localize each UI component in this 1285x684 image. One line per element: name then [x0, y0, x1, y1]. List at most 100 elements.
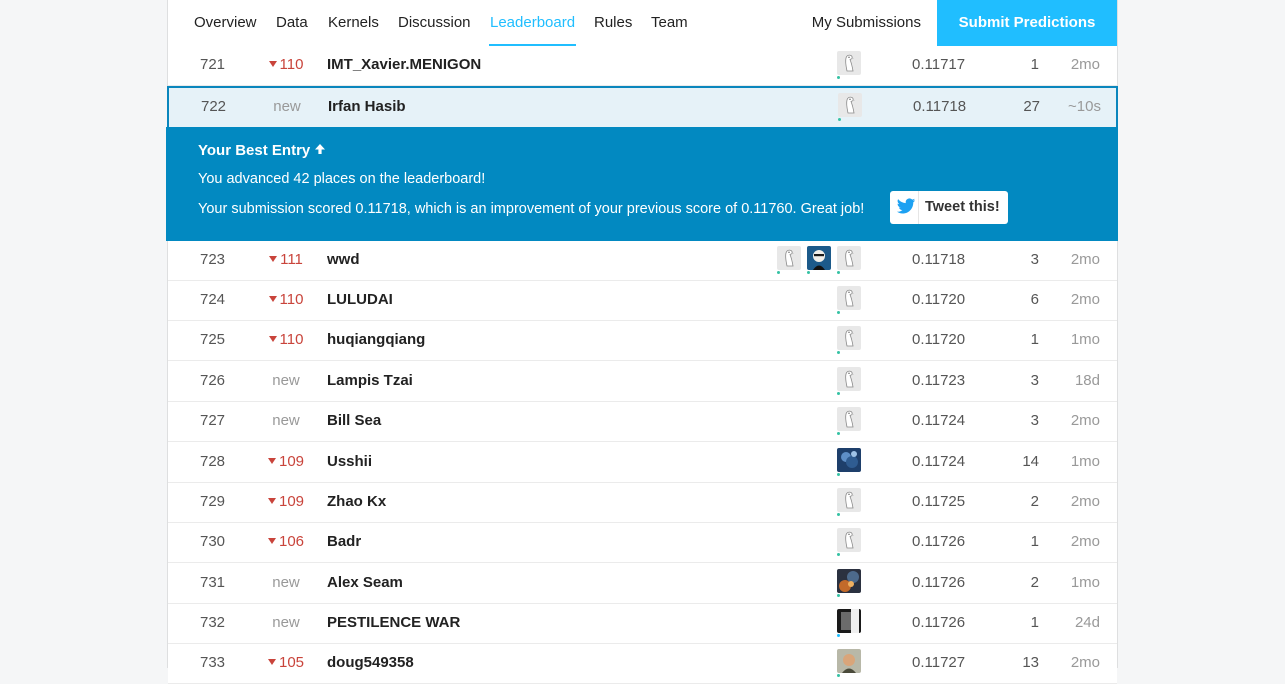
rank-change-value: new: [273, 98, 301, 115]
banner-title-text: Your Best Entry: [198, 142, 311, 159]
table-row-current-user[interactable]: 722 new Irfan Hasib 0.11718 27 ~10s: [167, 86, 1118, 127]
table-row[interactable]: 723 111 wwd 0.11718 3 2mo: [168, 241, 1117, 281]
rank-change-value: 110: [279, 291, 304, 308]
team-name-link[interactable]: LULUDAI: [327, 291, 393, 308]
rank-change-cell: 105: [258, 654, 314, 671]
table-row[interactable]: 732 new PESTILENCE WAR 0.11726 1 24d: [168, 604, 1117, 644]
table-row[interactable]: 729 109 Zhao Kx 0.11725 2 2mo: [168, 483, 1117, 523]
avatar[interactable]: [807, 246, 831, 270]
avatar[interactable]: [837, 51, 861, 75]
team-name-link[interactable]: IMT_Xavier.MENIGON: [327, 56, 481, 73]
table-row[interactable]: 731 new Alex Seam 0.11726 2 1mo: [168, 564, 1117, 604]
status-dot-icon: [837, 594, 840, 597]
best-entry-banner: Your Best Entry You advanced 42 places o…: [166, 127, 1118, 241]
leaderboard-panel: Overview Data Kernels Discussion Leaderb…: [166, 0, 1118, 684]
triangle-down-icon: [267, 498, 276, 505]
score-cell: 0.11727: [912, 654, 966, 671]
team-name-link[interactable]: Lampis Tzai: [327, 372, 413, 389]
last-submission-cell: 2mo: [1070, 56, 1100, 73]
entries-cell: 1: [1030, 331, 1039, 348]
tab-rules[interactable]: Rules: [594, 0, 632, 46]
avatar[interactable]: [837, 286, 861, 310]
last-submission-cell: 2mo: [1070, 251, 1100, 268]
tab-kernels[interactable]: Kernels: [328, 0, 379, 46]
table-row[interactable]: 721 110 IMT_Xavier.MENIGON 0.11717 1 2mo: [168, 46, 1117, 86]
rank-cell: 728: [200, 453, 226, 470]
rank-change-cell: new: [258, 614, 314, 631]
avatar[interactable]: [837, 649, 861, 673]
team-name-link[interactable]: Irfan Hasib: [328, 98, 406, 115]
rank-cell: 726: [200, 372, 226, 389]
avatar[interactable]: [838, 93, 862, 117]
avatar[interactable]: [837, 528, 861, 552]
team-name-link[interactable]: doug549358: [327, 654, 414, 671]
avatar[interactable]: [837, 488, 861, 512]
tab-team[interactable]: Team: [651, 0, 688, 46]
table-row[interactable]: 728 109 Usshii 0.11724 14 1mo: [168, 443, 1117, 483]
avatar[interactable]: [777, 246, 801, 270]
my-submissions-link[interactable]: My Submissions: [812, 0, 921, 46]
team-name-link[interactable]: wwd: [327, 251, 360, 268]
avatar[interactable]: [837, 326, 861, 350]
team-name-link[interactable]: Alex Seam: [327, 574, 403, 591]
team-name-link[interactable]: huqiangqiang: [327, 331, 425, 348]
rank-change-cell: 106: [258, 533, 314, 550]
tab-data[interactable]: Data: [276, 0, 308, 46]
rank-change-value: 109: [278, 453, 305, 470]
triangle-down-icon: [267, 538, 276, 545]
avatar[interactable]: [837, 367, 861, 391]
rank-change-cell: new: [258, 574, 314, 591]
rank-change-value: 111: [280, 251, 303, 268]
rank-change-value: new: [272, 614, 300, 631]
entries-cell: 1: [1030, 614, 1039, 631]
team-name-link[interactable]: Usshii: [327, 453, 372, 470]
team-name-link[interactable]: PESTILENCE WAR: [327, 614, 460, 631]
rank-change-cell: 109: [258, 453, 314, 470]
status-dot-icon: [837, 634, 840, 637]
rank-change-value: new: [272, 574, 300, 591]
rank-change-cell: 110: [258, 291, 314, 308]
table-row[interactable]: 726 new Lampis Tzai 0.11723 3 18d: [168, 362, 1117, 402]
table-row[interactable]: 725 110 huqiangqiang 0.11720 1 1mo: [168, 321, 1117, 361]
rank-change-value: 106: [278, 533, 305, 550]
triangle-down-icon: [267, 659, 276, 666]
last-submission-cell: 2mo: [1070, 533, 1100, 550]
status-dot-icon: [837, 674, 840, 677]
tab-leaderboard[interactable]: Leaderboard: [488, 0, 577, 46]
score-cell: 0.11720: [912, 291, 966, 308]
table-row[interactable]: 727 new Bill Sea 0.11724 3 2mo: [168, 402, 1117, 442]
rank-change-cell: 110: [258, 56, 314, 73]
triangle-down-icon: [269, 256, 278, 263]
rank-change-value: 109: [278, 493, 305, 510]
tab-overview[interactable]: Overview: [194, 0, 257, 46]
tweet-button[interactable]: Tweet this!: [890, 191, 1008, 224]
table-row[interactable]: 730 106 Badr 0.11726 1 2mo: [168, 523, 1117, 563]
team-name-link[interactable]: Badr: [327, 533, 361, 550]
rank-change-cell: 110: [258, 331, 314, 348]
avatar[interactable]: [837, 569, 861, 593]
last-submission-cell: 18d: [1074, 372, 1100, 389]
team-name-link[interactable]: Bill Sea: [327, 412, 381, 429]
submit-predictions-button[interactable]: Submit Predictions: [937, 0, 1117, 46]
table-row[interactable]: 724 110 LULUDAI 0.11720 6 2mo: [168, 281, 1117, 321]
triangle-down-icon: [268, 61, 277, 68]
rank-cell: 731: [200, 574, 226, 591]
table-row[interactable]: 733 105 doug549358 0.11727 13 2mo: [168, 644, 1117, 684]
avatar[interactable]: [837, 407, 861, 431]
rank-change-value: new: [272, 412, 300, 429]
team-name-link[interactable]: Zhao Kx: [327, 493, 386, 510]
rank-cell: 729: [200, 493, 226, 510]
last-submission-cell: 24d: [1074, 614, 1100, 631]
entries-cell: 3: [1030, 372, 1039, 389]
avatar[interactable]: [837, 609, 861, 633]
rank-cell: 721: [200, 56, 226, 73]
rank-cell: 722: [201, 98, 227, 115]
tab-discussion[interactable]: Discussion: [398, 0, 471, 46]
score-cell: 0.11726: [912, 574, 966, 591]
last-submission-cell: 1mo: [1070, 453, 1100, 470]
avatar[interactable]: [837, 448, 861, 472]
rank-cell: 730: [200, 533, 226, 550]
avatar[interactable]: [837, 246, 861, 270]
rank-cell: 723: [200, 251, 226, 268]
triangle-down-icon: [268, 296, 277, 303]
